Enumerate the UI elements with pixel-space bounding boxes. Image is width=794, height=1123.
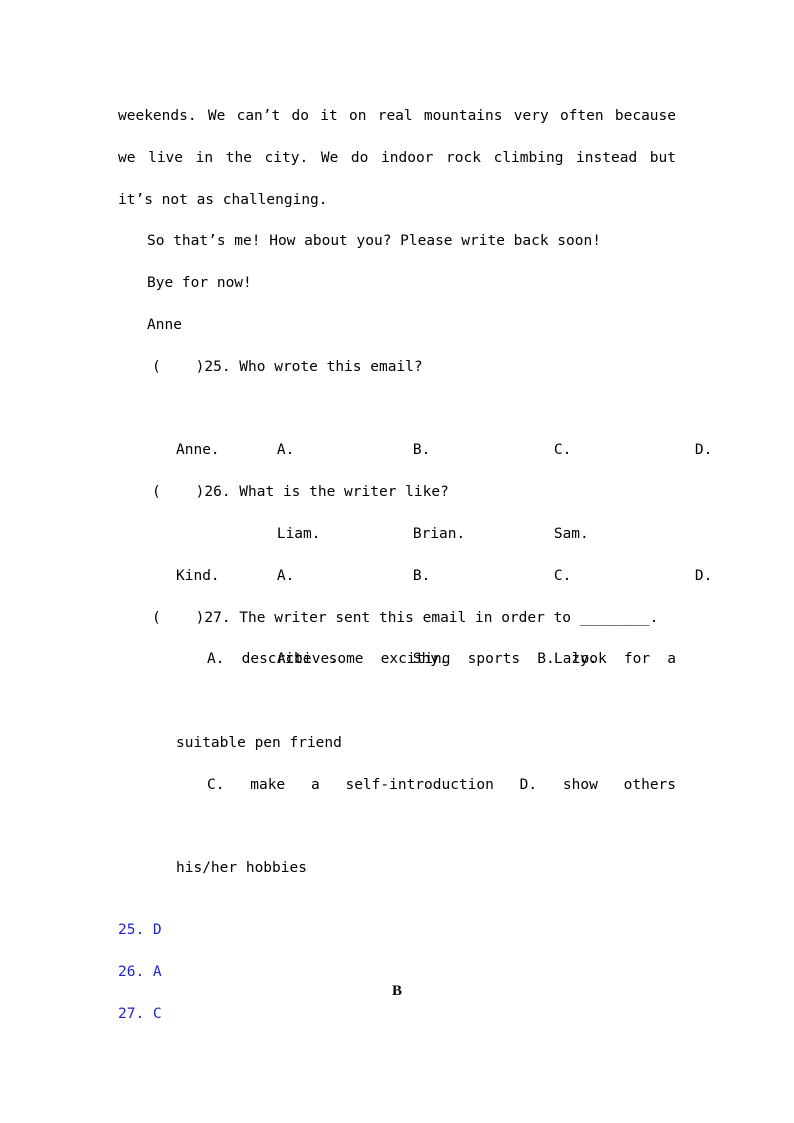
passage-paragraph-3: Bye for now! bbox=[147, 275, 252, 292]
question-25-stem: ( )25. Who wrote this email? bbox=[152, 358, 423, 375]
question-26-options: A. Active. B. Shy. C. Lazy. D. bbox=[118, 514, 712, 668]
option-space bbox=[554, 484, 563, 500]
option-space bbox=[554, 610, 563, 626]
option-space bbox=[413, 610, 422, 626]
passage-paragraph-2: So that’s me! How about you? Please writ… bbox=[147, 233, 601, 250]
passage-paragraph-1: weekends. We can’t do it on real mountai… bbox=[118, 108, 676, 208]
option-label: D. bbox=[694, 567, 713, 584]
section-label-b: B bbox=[391, 983, 402, 999]
passage-signature: Anne bbox=[147, 316, 182, 333]
question-26-option-c[interactable]: C. Lazy. bbox=[484, 514, 598, 723]
question-27-options-row-2: C. make a self-introduction D. show othe… bbox=[118, 765, 676, 849]
option-label: A. bbox=[276, 442, 295, 459]
text-frame: weekends. We can’t do it on real mountai… bbox=[118, 96, 712, 1036]
question-27-option-c[interactable]: C. make a self-introduction bbox=[207, 777, 494, 793]
option-space bbox=[277, 484, 286, 500]
option-label: D. bbox=[694, 442, 713, 459]
answer-key-25: 25. D bbox=[118, 922, 162, 939]
question-27-option-b-wrap: suitable pen friend bbox=[176, 734, 342, 751]
question-25-option-d[interactable]: D. bbox=[625, 389, 712, 514]
option-label: B. bbox=[412, 442, 431, 459]
option-label: B. bbox=[412, 567, 431, 584]
question-27-option-d[interactable]: D. show others bbox=[520, 777, 676, 793]
option-text: Shy. bbox=[412, 651, 448, 668]
option-space bbox=[413, 484, 422, 500]
option-text: Active. bbox=[276, 651, 338, 668]
question-26-option-a[interactable]: A. Active. bbox=[207, 514, 338, 723]
question-26-option-d[interactable]: D. bbox=[625, 514, 712, 639]
option-space bbox=[277, 610, 286, 626]
worksheet-page: weekends. We can’t do it on real mountai… bbox=[0, 0, 794, 1123]
question-25-options: A. Liam. B. Brian. C. Sam. D. bbox=[118, 389, 712, 542]
option-label: A. bbox=[276, 567, 295, 584]
question-26-option-b[interactable]: B. Shy. bbox=[343, 514, 448, 723]
answer-key-spacer bbox=[118, 890, 676, 910]
option-text: Lazy. bbox=[553, 651, 598, 668]
option-label: C. bbox=[553, 442, 572, 459]
question-27-option-d-wrap: his/her hobbies bbox=[176, 860, 307, 877]
option-label: C. bbox=[553, 567, 572, 584]
